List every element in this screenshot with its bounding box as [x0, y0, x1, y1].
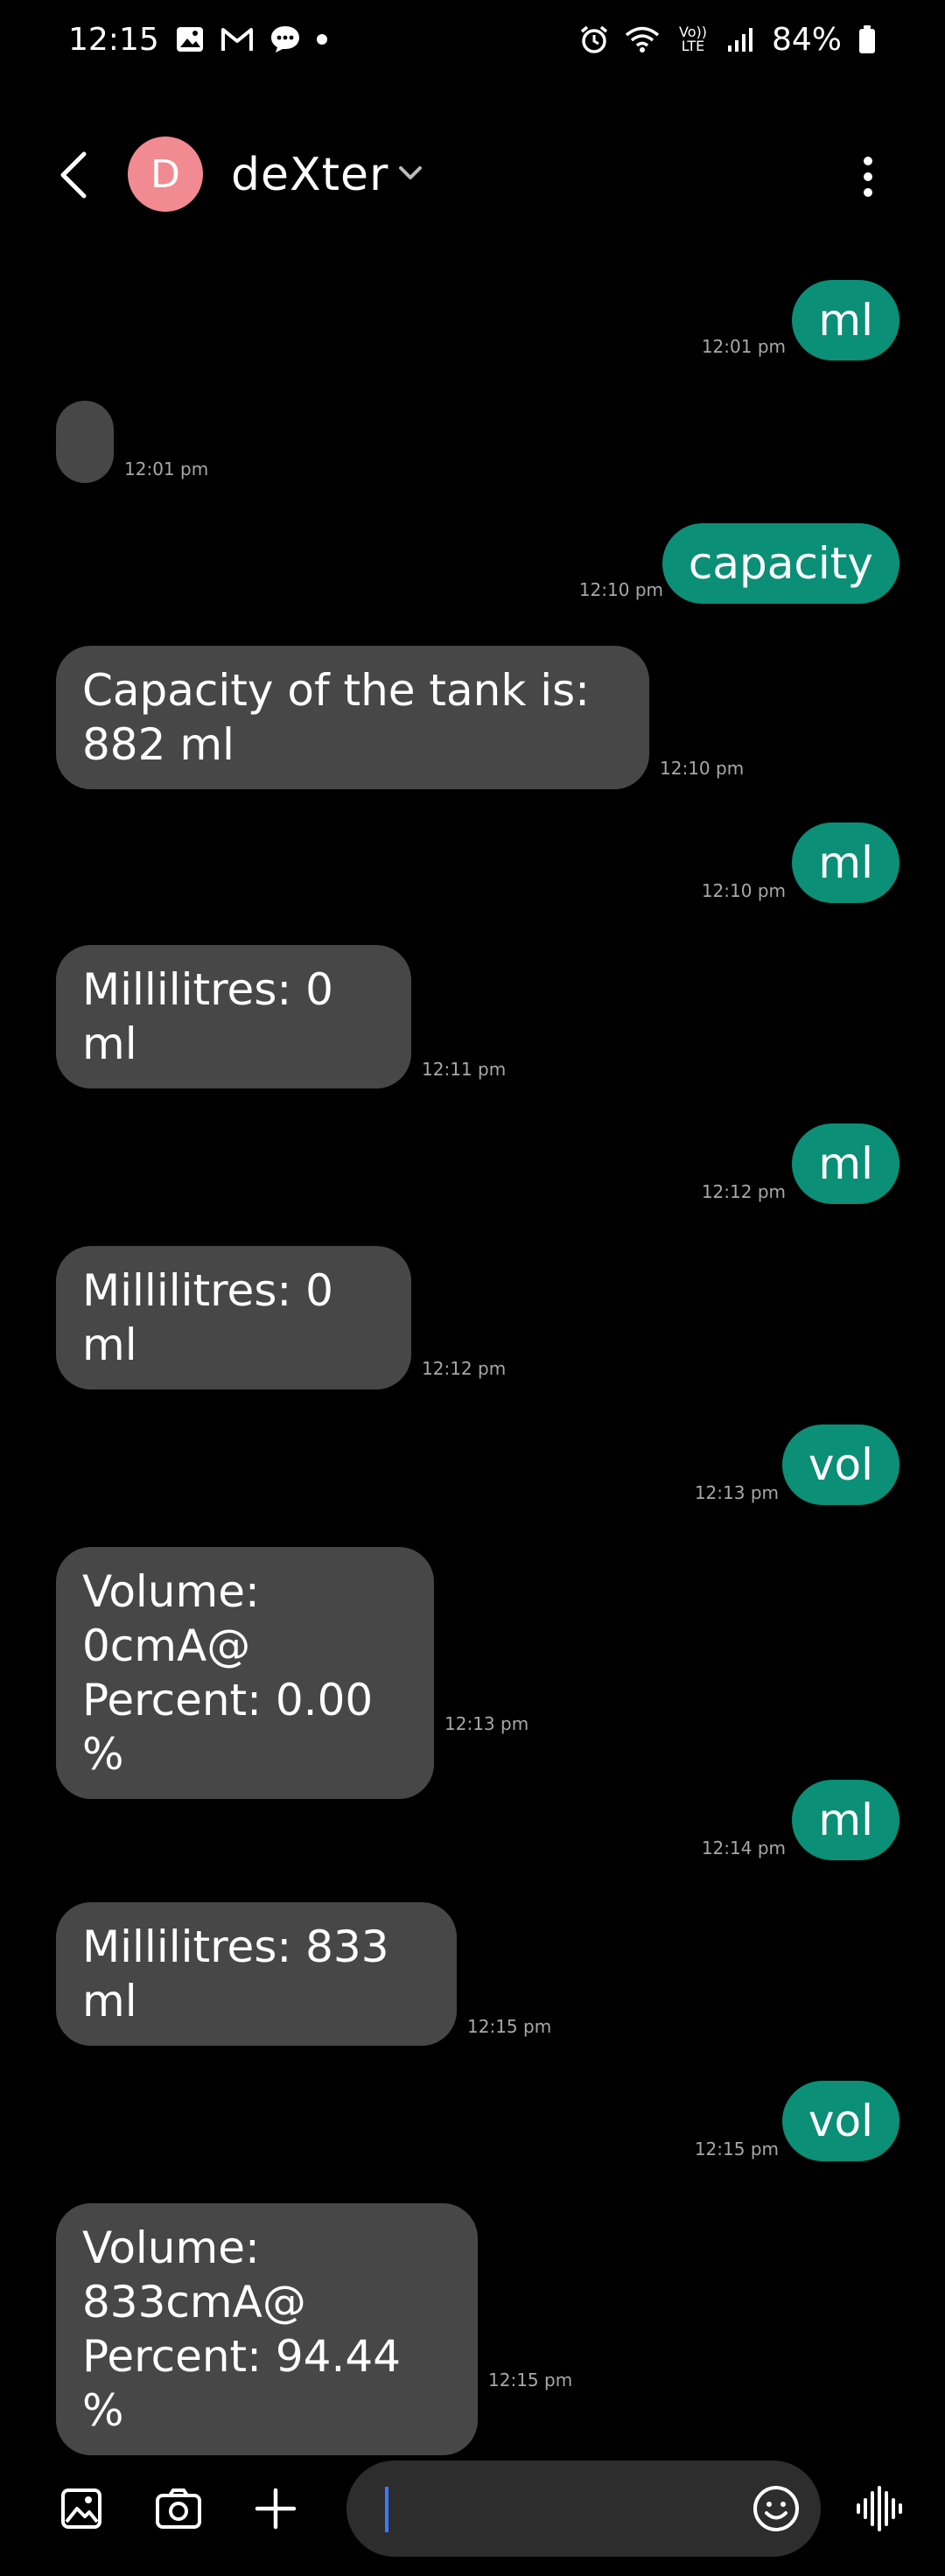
status-left: 12:15 [68, 22, 327, 58]
status-right: Vo)) LTE 84% [579, 22, 877, 58]
message-time: 12:12 pm [701, 1181, 786, 1202]
message-time: 12:10 pm [660, 758, 745, 779]
plus-icon[interactable] [252, 2485, 299, 2532]
signal-icon [726, 26, 756, 52]
message-time: 12:15 pm [467, 2016, 552, 2037]
sent-bubble[interactable]: ml [792, 1124, 900, 1204]
message-time: 12:13 pm [444, 1713, 529, 1734]
more-options-icon[interactable] [858, 150, 878, 203]
voice-recorder-icon[interactable] [854, 2483, 905, 2534]
status-bar: 12:15 Vo)) LTE 84% [0, 0, 945, 79]
message-text: ml [818, 1138, 873, 1189]
messages-screen: 12:15 Vo)) LTE 84% D deXter ml 12:01 pm … [0, 0, 945, 2576]
gallery-notification-icon [175, 24, 205, 54]
avatar-letter: D [150, 151, 180, 197]
volte-label: Vo)) LTE [678, 24, 707, 54]
chat-notification-icon [270, 24, 301, 54]
received-bubble[interactable]: Millilitres: 0 ml [56, 1246, 411, 1390]
back-arrow-icon [60, 151, 87, 199]
wifi-icon [625, 25, 660, 53]
chevron-down-icon[interactable] [397, 163, 424, 184]
message-text: capacity [688, 538, 873, 589]
text-cursor [385, 2487, 388, 2532]
sent-bubble[interactable]: capacity [662, 523, 900, 604]
contact-name[interactable]: deXter [231, 149, 388, 201]
message-text: ml [818, 295, 873, 346]
battery-percent: 84% [771, 21, 842, 58]
message-time: 12:11 pm [422, 1059, 507, 1080]
message-time: 12:01 pm [701, 336, 786, 357]
received-bubble[interactable]: Volume: 0cmA@ Percent: 0.00 % [56, 1547, 434, 1799]
message-time: 12:10 pm [701, 880, 786, 901]
message-text: ml [818, 837, 873, 888]
battery-icon [858, 24, 877, 54]
message-time: 12:14 pm [701, 1838, 786, 1858]
composer-bar [0, 2460, 945, 2557]
message-time: 12:01 pm [124, 458, 209, 480]
message-text: vol [808, 1439, 873, 1490]
message-time: 12:10 pm [578, 579, 663, 600]
camera-icon[interactable] [154, 2485, 203, 2532]
message-text: vol [808, 2096, 873, 2146]
conversation-header: D deXter [0, 131, 945, 219]
message-time: 12:13 pm [694, 1482, 779, 1503]
message-text: ml [818, 1795, 873, 1845]
gallery-icon[interactable] [58, 2485, 105, 2532]
sent-bubble[interactable]: vol [781, 2081, 900, 2161]
message-time: 12:15 pm [694, 2138, 779, 2160]
message-input[interactable] [346, 2460, 821, 2557]
sent-bubble[interactable]: ml [792, 822, 900, 903]
received-bubble[interactable]: Millilitres: 833 ml [56, 1902, 457, 2046]
volte-indicator: Vo)) LTE [676, 25, 710, 53]
contact-avatar[interactable]: D [128, 136, 203, 212]
sent-bubble[interactable]: ml [792, 280, 900, 360]
gmail-notification-icon [220, 26, 254, 52]
back-button[interactable] [52, 150, 96, 200]
message-time: 12:12 pm [422, 1358, 507, 1379]
sent-bubble[interactable]: ml [792, 1780, 900, 1860]
more-notifications-dot [316, 34, 327, 45]
received-bubble[interactable]: Millilitres: 0 ml [56, 945, 411, 1088]
emoji-icon[interactable] [751, 2483, 802, 2534]
received-bubble[interactable] [56, 401, 114, 483]
alarm-icon [579, 24, 609, 54]
sent-bubble[interactable]: vol [781, 1424, 900, 1505]
message-time: 12:15 pm [488, 2370, 573, 2390]
received-bubble[interactable]: Capacity of the tank is: 882 ml [56, 646, 649, 789]
status-time: 12:15 [68, 21, 159, 58]
received-bubble[interactable]: Volume: 833cmA@ Percent: 94.44 % [56, 2203, 478, 2455]
